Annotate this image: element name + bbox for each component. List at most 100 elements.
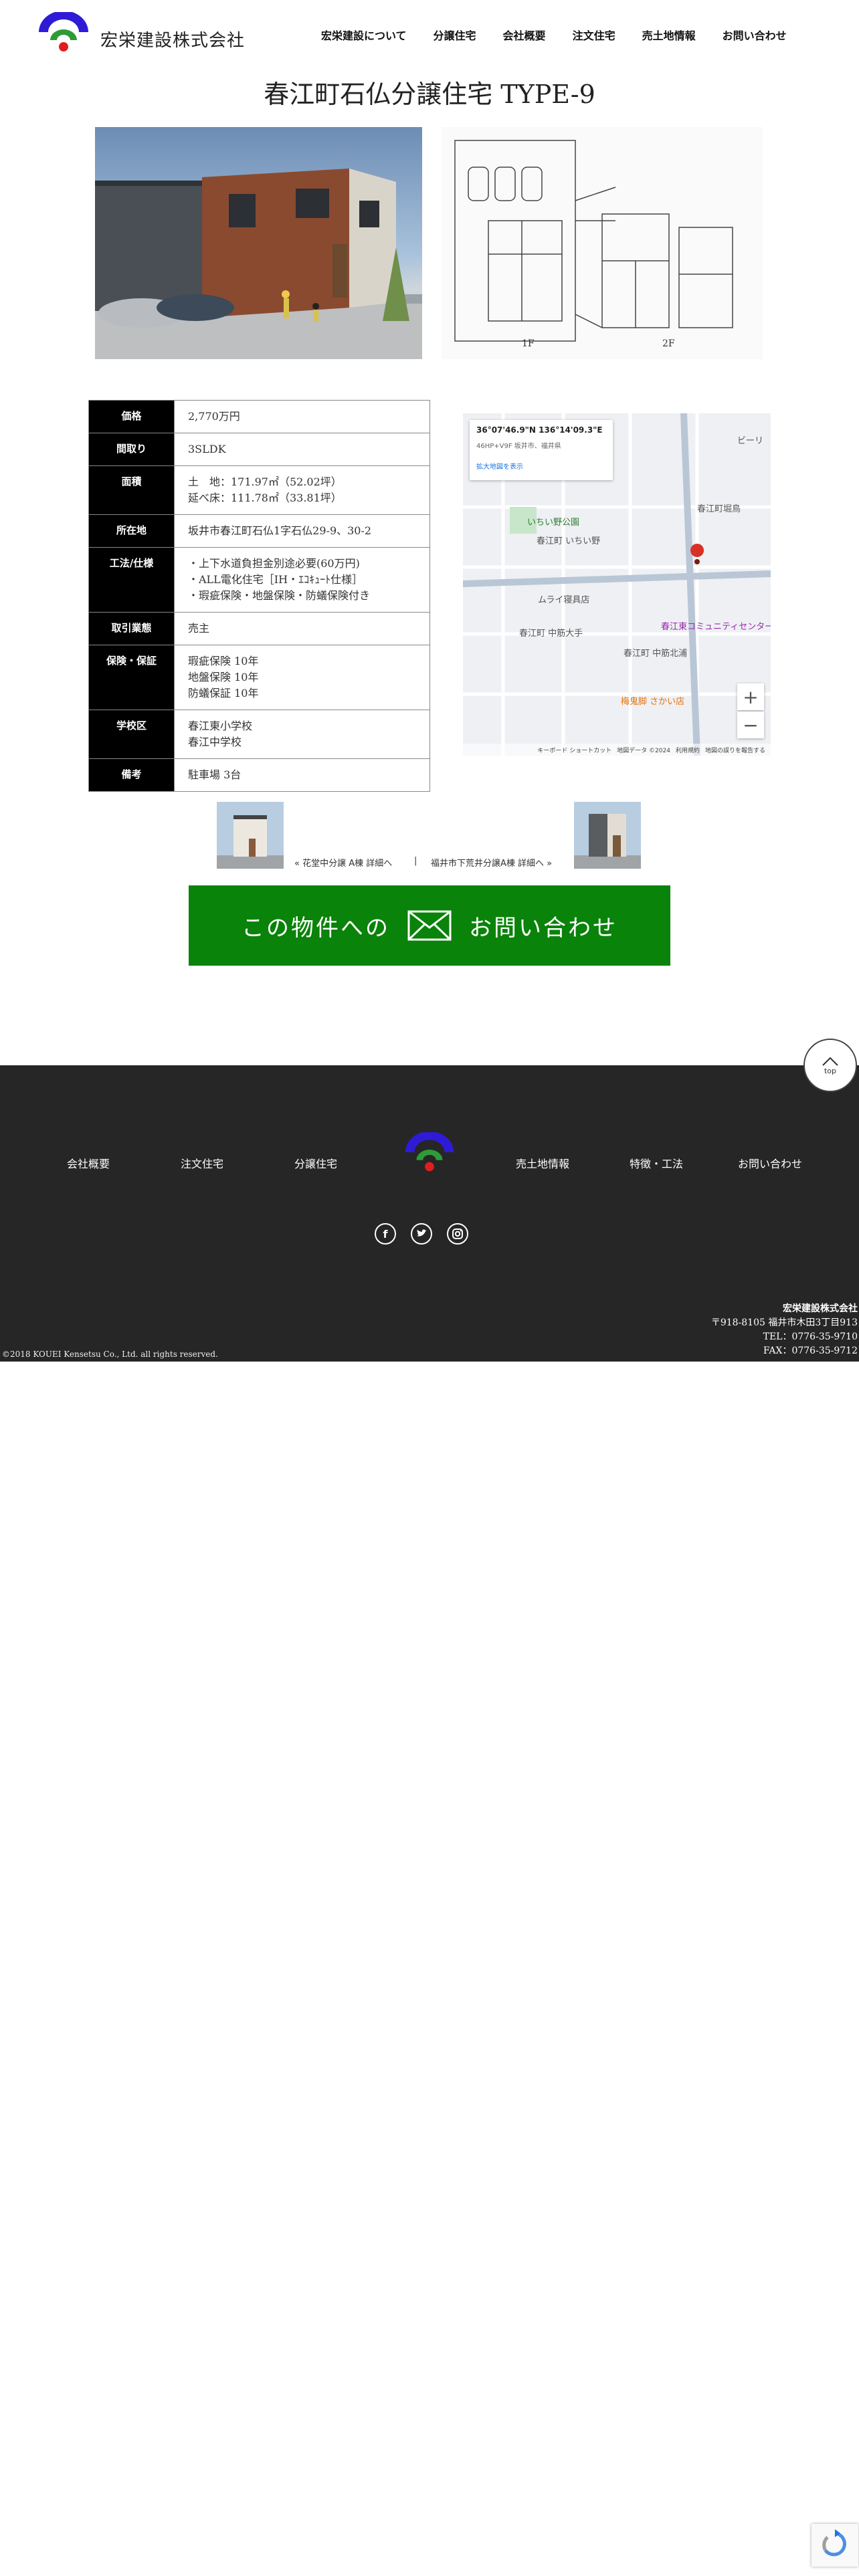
spec-row: 価格 2,770万円 (88, 400, 430, 433)
footer-nav-custom-home[interactable]: 注文住宅 (181, 1155, 223, 1171)
map-footer: キーボード ショートカット 地図データ ©2024 利用規約 地図の誤りを報告す… (463, 744, 771, 756)
spec-label: 間取り (88, 433, 175, 466)
map-terms-link[interactable]: 利用規約 (676, 746, 700, 754)
spec-value-line: 春江中学校 (188, 736, 242, 748)
map-coordinates: 36°07'46.9"N 136°14'09.3"E (476, 425, 603, 435)
svg-text:f: f (383, 1228, 389, 1241)
footer-nav-contact[interactable]: お問い合わせ (738, 1155, 802, 1171)
next-property-link[interactable]: 福井市下荒井分譲A棟 詳細へ » (431, 856, 552, 869)
spec-row: 所在地 坂井市春江町石仏1字石仏29-9、30-2 (88, 514, 430, 548)
map-label: 梅鬼脚 さかい店 (621, 697, 685, 707)
nav-about[interactable]: 宏栄建設について (308, 27, 420, 43)
exterior-photo (95, 127, 422, 359)
contact-button-text-after: お問い合わせ (469, 914, 617, 942)
footer-tel[interactable]: TEL：0776-35-9710 (711, 1330, 858, 1344)
map-info-card: 36°07'46.9"N 136°14'09.3"E 46HP+V9F 坂井市、… (470, 420, 613, 480)
spec-label: 面積 (88, 465, 175, 515)
spec-label: 取引業態 (88, 612, 175, 645)
instagram-icon[interactable] (447, 1223, 468, 1245)
spec-label: 工法/仕様 (88, 547, 175, 613)
map-label: 春江町 中筋大手 (519, 629, 583, 639)
mail-icon (407, 910, 452, 941)
map-report-link[interactable]: 地図の誤りを報告する (705, 746, 765, 754)
footer-address: 〒918-8105 福井市木田3丁目913 (710, 1317, 858, 1328)
footer-nav-land-for-sale[interactable]: 売土地情報 (516, 1155, 569, 1171)
spec-value-line: 春江東小学校 (188, 720, 253, 732)
next-property-thumbnail[interactable] (574, 802, 641, 869)
main-nav: 宏栄建設について 分譲住宅 会社概要 注文住宅 売土地情報 お問い合わせ (308, 27, 800, 43)
contact-button[interactable]: この物件への お問い合わせ (189, 885, 670, 966)
spec-value: 瑕疵保険 10年 地盤保険 10年 防蟻保証 10年 (174, 645, 430, 710)
spec-row: 面積土 地：171.97㎡（52.02坪） 延べ床：111.78㎡（33.81坪） (88, 465, 430, 515)
spec-value-line: 土 地：171.97㎡（52.02坪） (188, 475, 342, 488)
recaptcha-icon (822, 2529, 846, 2557)
spec-value: 春江東小学校 春江中学校 (174, 710, 430, 759)
spec-value-line: ・上下水道負担金別途必要(60万円) (188, 557, 360, 570)
spec-value-line: 2,770万円 (188, 410, 240, 423)
spec-row: 保険・保証 瑕疵保険 10年 地盤保険 10年 防蟻保証 10年 (88, 645, 430, 710)
spec-value: 駐車場 3台 (174, 758, 430, 792)
spec-value: 2,770万円 (174, 400, 430, 433)
spec-label: 学校区 (88, 710, 175, 759)
map-shortcuts-link[interactable]: キーボード ショートカット (537, 746, 611, 754)
prev-property-link[interactable]: « 花堂中分譲 A棟 詳細へ (294, 856, 392, 869)
map-enlarge-link[interactable]: 拡大地図を表示 (476, 461, 606, 471)
map-label: 春江町堀鳥 (697, 504, 741, 514)
page-title: 春江町石仏分譲住宅 TYPE-9 (264, 80, 595, 109)
spec-value: 3SLDK (174, 433, 430, 466)
spec-value-line: 駐車場 3台 (188, 768, 242, 781)
map-zoom-out-button[interactable]: − (737, 712, 764, 738)
nav-ready-built[interactable]: 分譲住宅 (420, 27, 490, 43)
back-to-top-button[interactable]: top (803, 1039, 857, 1092)
spec-row: 間取り 3SLDK (88, 433, 430, 466)
copyright: ©2018 KOUEI Kensetsu Co., Ltd. all right… (2, 1350, 218, 1359)
spec-value: 坂井市春江町石仏1字石仏29-9、30-2 (174, 514, 430, 548)
floorplan-2f-label: 2F (662, 338, 675, 349)
map-label: 春江東コミュニティセンター (661, 622, 771, 632)
site-header: 宏栄建設株式会社 宏栄建設について 分譲住宅 会社概要 注文住宅 売土地情報 お… (0, 0, 859, 74)
site-footer: 会社概要 注文住宅 分譲住宅 売土地情報 特徴・工法 お問い合わせ f 宏栄建設… (0, 1065, 859, 1362)
footer-nav-company-profile[interactable]: 会社概要 (67, 1155, 110, 1171)
prev-property-thumbnail[interactable] (217, 802, 284, 869)
map-label: 春江町 中筋北浦 (624, 649, 688, 659)
map-label: ビーリ (737, 436, 764, 446)
spec-value-line: ・瑕疵保険・地盤保険・防蟻保険付き (188, 589, 371, 602)
spec-value-line: 地盤保険 10年 (188, 671, 259, 683)
spec-row: 備考 駐車場 3台 (88, 758, 430, 792)
spec-value-line: 瑕疵保険 10年 (188, 655, 259, 667)
spec-value-line: 坂井市春江町石仏1字石仏29-9、30-2 (188, 524, 372, 537)
map-label: 春江町 いちい野 (537, 536, 601, 546)
spec-value-line: 延べ床：111.78㎡（33.81坪） (188, 492, 342, 504)
spec-value-line: ・ALL電化住宅［IH・ｴｺｷｭｰﾄ仕様］ (188, 573, 363, 586)
company-name[interactable]: 宏栄建設株式会社 (100, 27, 245, 51)
spec-value: ・上下水道負担金別途必要(60万円) ・ALL電化住宅［IH・ｴｺｷｭｰﾄ仕様］ ・… (174, 547, 430, 613)
map-label: ムライ寝具店 (538, 595, 590, 605)
spec-label: 所在地 (88, 514, 175, 548)
related-separator: | (414, 856, 417, 866)
map-zoom-in-button[interactable]: + (737, 683, 764, 710)
recaptcha-badge[interactable] (812, 2524, 858, 2567)
company-logo-icon[interactable] (33, 12, 94, 55)
nav-land-for-sale[interactable]: 売土地情報 (629, 27, 709, 43)
back-to-top-label: top (824, 1066, 837, 1075)
spec-row: 工法/仕様 ・上下水道負担金別途必要(60万円) ・ALL電化住宅［IH・ｴｺｷｭｰ… (88, 547, 430, 613)
map-label: いちい野公園 (527, 518, 580, 528)
spec-value-line: 売主 (188, 622, 210, 635)
floorplan-image: 1F 2F (442, 127, 763, 359)
nav-custom-home[interactable]: 注文住宅 (559, 27, 629, 43)
footer-nav-features[interactable]: 特徴・工法 (630, 1155, 683, 1171)
google-map[interactable]: 36°07'46.9"N 136°14'09.3"E 46HP+V9F 坂井市、… (463, 413, 771, 756)
spec-value-line: 3SLDK (188, 443, 226, 455)
footer-company-info: 宏栄建設株式会社 〒918-8105 福井市木田3丁目913 TEL：0776-… (711, 1302, 858, 1358)
nav-company-profile[interactable]: 会社概要 (490, 27, 559, 43)
chevron-up-icon (822, 1057, 838, 1066)
spec-label: 保険・保証 (88, 645, 175, 710)
twitter-icon[interactable] (411, 1223, 432, 1245)
footer-nav-ready-built[interactable]: 分譲住宅 (294, 1155, 337, 1171)
facebook-icon[interactable]: f (375, 1223, 396, 1245)
spec-label: 備考 (88, 758, 175, 792)
nav-contact[interactable]: お問い合わせ (709, 27, 800, 43)
footer-logo-icon[interactable] (400, 1132, 459, 1175)
spec-row: 学校区 春江東小学校 春江中学校 (88, 710, 430, 759)
footer-fax: FAX：0776-35-9712 (763, 1346, 858, 1356)
